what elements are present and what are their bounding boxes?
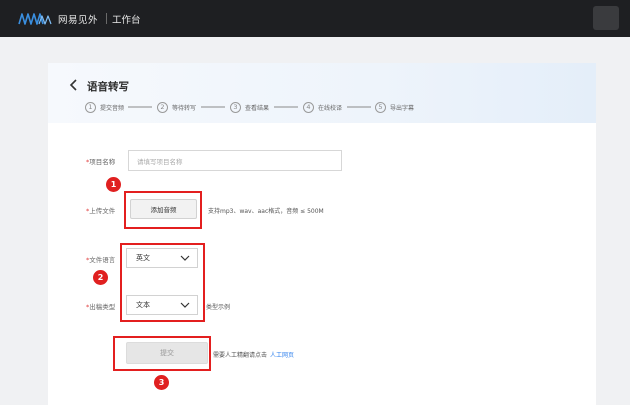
top-bar: 网易见外 工作台 — [0, 0, 630, 37]
page-title: 语音转写 — [87, 81, 129, 93]
workspace-link[interactable]: 工作台 — [112, 12, 141, 26]
waves-logo-icon[interactable] — [18, 12, 54, 26]
language-label: *文件语言 — [86, 256, 116, 264]
arrow-right-icon — [347, 106, 371, 108]
arrow-right-icon — [128, 106, 152, 108]
step-number: 1 — [85, 101, 96, 113]
arrow-right-icon — [201, 106, 225, 108]
annotation-badge-1: 1 — [106, 177, 121, 192]
step-label: 等待转写 — [172, 104, 197, 112]
step-4: 4 在线校译 — [303, 100, 342, 114]
manual-translation-link[interactable]: 人工网页 — [270, 352, 294, 359]
step-label: 查看结果 — [245, 104, 270, 112]
chevron-left-icon[interactable] — [69, 79, 79, 91]
output-type-label: *出稿类型 — [86, 303, 116, 311]
avatar[interactable] — [593, 6, 619, 30]
annotation-box-1 — [124, 191, 202, 229]
step-label: 导出字幕 — [390, 104, 415, 112]
card-header: 语音转写 1 提交音频 2 等待转写 3 查看结果 4 在线校译 5 导出字幕 — [48, 63, 596, 123]
step-3: 3 查看结果 — [230, 100, 269, 114]
step-5: 5 导出字幕 — [375, 100, 414, 114]
project-name-input[interactable]: 请填写项目名称 — [128, 150, 342, 171]
upload-hint: 支持mp3、wav、aac格式，音频 ≤ 500M — [208, 208, 324, 215]
upload-label: *上传文件 — [86, 207, 116, 215]
step-number: 4 — [303, 101, 314, 113]
step-1: 1 提交音频 — [85, 100, 124, 114]
step-label: 提交音频 — [100, 104, 125, 112]
annotation-box-3 — [113, 336, 211, 371]
submit-note: 需要人工精翻请点击 人工网页 — [213, 352, 295, 359]
topbar-divider — [106, 13, 107, 24]
step-2: 2 等待转写 — [157, 100, 196, 114]
step-number: 3 — [230, 101, 241, 113]
step-indicator: 1 提交音频 2 等待转写 3 查看结果 4 在线校译 5 导出字幕 — [85, 100, 585, 114]
output-type-example-link[interactable]: 类型示例 — [206, 302, 230, 311]
annotation-badge-2: 2 — [93, 270, 108, 285]
project-name-label: *项目名称 — [86, 158, 116, 166]
step-number: 5 — [375, 101, 386, 113]
step-label: 在线校译 — [318, 104, 343, 112]
annotation-badge-3: 3 — [154, 375, 169, 390]
brand-name[interactable]: 网易见外 — [58, 12, 98, 26]
step-number: 2 — [157, 101, 168, 113]
annotation-box-2 — [120, 243, 205, 322]
arrow-right-icon — [274, 106, 298, 108]
